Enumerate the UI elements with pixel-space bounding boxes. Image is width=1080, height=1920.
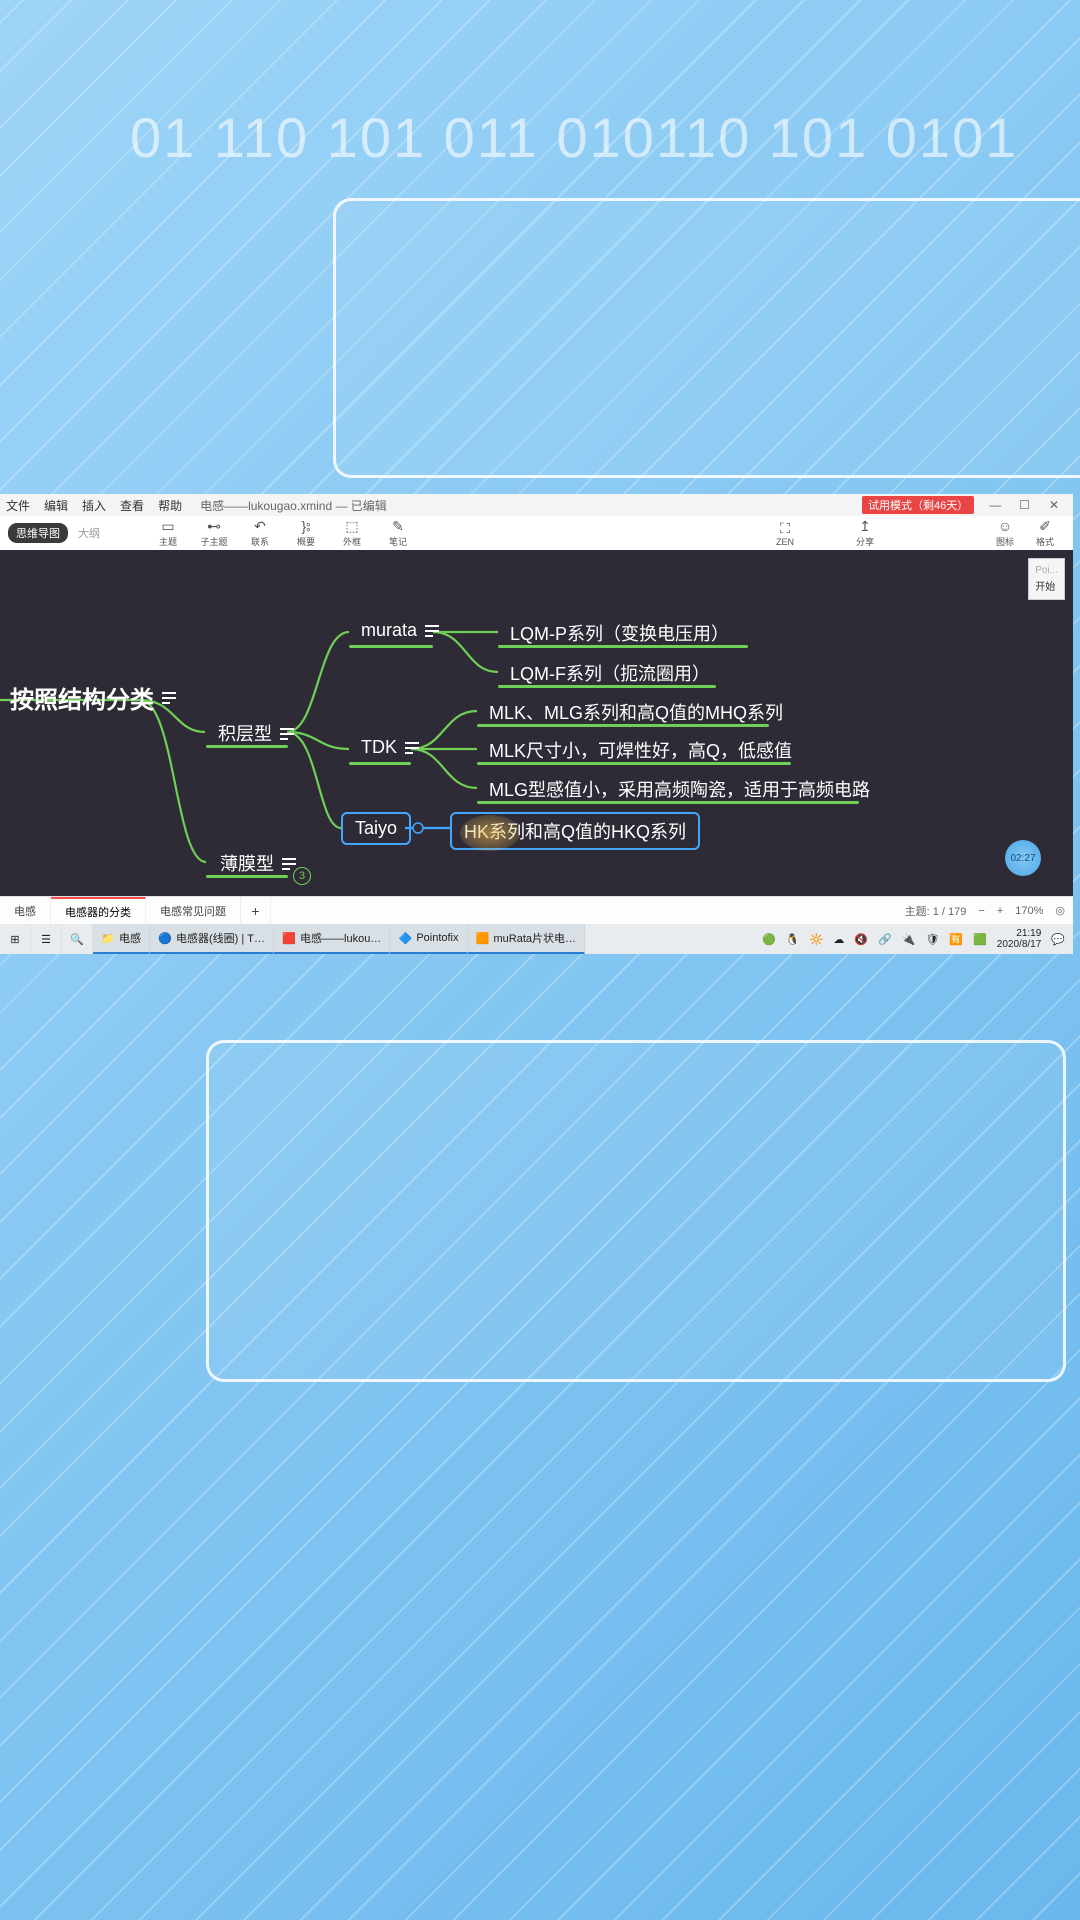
wallpaper-frame-bottom [206, 1040, 1066, 1382]
start-button[interactable]: ⊞ [0, 924, 31, 954]
menu-edit[interactable]: 编辑 [44, 497, 68, 514]
focus-icon[interactable]: ◎ [1055, 904, 1065, 917]
node-hk-selected[interactable]: HK系列和高Q值的HKQ系列 [450, 812, 700, 850]
toolbar-zen[interactable]: ⛶ZEN [765, 520, 805, 547]
window-controls: — ☐ ✕ [982, 498, 1067, 512]
node-taiyo-selected[interactable]: Taiyo [341, 812, 411, 845]
topic-icon: ▭ [161, 518, 174, 534]
view-tab-outline[interactable]: 大纲 [70, 523, 108, 543]
taskbar-item-1[interactable]: 🔵电感器(线圈) | T… [150, 924, 274, 954]
node-bomo[interactable]: 薄膜型 [210, 848, 306, 878]
wallpaper-digits: 01 110 101 011 010110 101 0101 [130, 105, 1080, 170]
xmind-window: 文件 编辑 插入 查看 帮助 电感——lukougao.xmind — 已编辑 … [0, 494, 1073, 954]
notes-icon[interactable] [405, 742, 419, 753]
node-root[interactable]: 按照结构分类 [0, 678, 186, 717]
share-icon: ↥ [859, 518, 871, 534]
close-button[interactable]: ✕ [1041, 498, 1067, 512]
tray-icon[interactable]: 🟩 [973, 933, 987, 946]
tray-icon[interactable]: 🔌 [902, 933, 916, 946]
tray-icon[interactable]: 🐧 [786, 933, 800, 946]
note-icon: ✎ [392, 518, 404, 534]
summary-icon: }⦂ [302, 518, 311, 534]
status-topics: 主题: 1 / 179 [905, 903, 967, 919]
windows-taskbar: ⊞ ☰ 🔍 📁电感 🔵电感器(线圈) | T… 🟥电感——lukou… 🔷Poi… [0, 924, 1073, 954]
node-lqmp[interactable]: LQM-P系列（变换电压用） [500, 618, 739, 648]
image-icon: ☺ [998, 518, 1012, 534]
toolbar-topic[interactable]: ▭主题 [148, 518, 188, 548]
node-jiceng[interactable]: 积层型 [208, 718, 304, 748]
toolbar-style[interactable]: ✐格式 [1025, 518, 1065, 548]
notes-icon[interactable] [162, 692, 176, 703]
zoom-out[interactable]: − [978, 905, 984, 917]
toolbar: 思维导图 大纲 ▭主题 ⊷子主题 ↶联系 }⦂概要 ⬚外框 ✎笔记 ⛶ZEN ↥… [0, 516, 1073, 550]
toolbar-image[interactable]: ☺图标 [985, 518, 1025, 548]
tray-icon[interactable]: 🈶 [949, 933, 963, 946]
trial-badge[interactable]: 试用模式（剩46天） [862, 496, 974, 514]
bottom-bar: 电感 电感器的分类 电感常见问题 + 主题: 1 / 179 − + 170% … [0, 896, 1073, 924]
tray-icon: 🔗 [878, 933, 892, 946]
relation-icon: ↶ [254, 518, 266, 534]
subtopic-icon: ⊷ [207, 518, 221, 534]
node-mlk1[interactable]: MLK、MLG系列和高Q值的MHQ系列 [479, 697, 793, 727]
sheet-tab-classify[interactable]: 电感器的分类 [51, 897, 146, 924]
mindmap-canvas[interactable]: 按照结构分类 积层型 薄膜型 3 murata TDK Taiyo LQM-P系… [0, 550, 1073, 896]
node-mlk2[interactable]: MLK尺寸小，可焊性好，高Q，低感值 [479, 735, 802, 765]
menu-insert[interactable]: 插入 [82, 497, 106, 514]
notes-icon[interactable] [280, 728, 294, 739]
minimize-button[interactable]: — [982, 498, 1008, 512]
maximize-button[interactable]: ☐ [1012, 498, 1038, 512]
menu-help[interactable]: 帮助 [158, 497, 182, 514]
sheet-tab-faq[interactable]: 电感常见问题 [146, 897, 241, 924]
tray-icon[interactable]: ☁ [833, 933, 844, 946]
notes-icon[interactable] [425, 625, 439, 636]
node-mlg[interactable]: MLG型感值小，采用高频陶瓷，适用于高频电路 [479, 774, 880, 804]
toolbar-summary[interactable]: }⦂概要 [286, 518, 326, 548]
tray-icon[interactable]: 🛡 [925, 933, 939, 946]
toolbar-note[interactable]: ✎笔记 [378, 518, 418, 548]
node-lqmf[interactable]: LQM-F系列（扼流圈用） [500, 658, 720, 688]
style-icon: ✐ [1039, 518, 1051, 534]
taskbar-item-3[interactable]: 🔷Pointofix [390, 924, 467, 954]
menu-view[interactable]: 查看 [120, 497, 144, 514]
menu-bar: 文件 编辑 插入 查看 帮助 电感——lukougao.xmind — 已编辑 … [0, 494, 1073, 516]
tray-icon[interactable]: 🔆 [810, 933, 824, 946]
toolbar-share[interactable]: ↥分享 [845, 518, 885, 548]
view-tab-mindmap[interactable]: 思维导图 [8, 523, 68, 543]
boundary-icon: ⬚ [345, 518, 358, 534]
zoom-in[interactable]: + [997, 905, 1003, 917]
tray-icon[interactable]: 🔇 [854, 933, 868, 946]
taskbar-folder[interactable]: 📁电感 [93, 924, 150, 954]
taskbar-item-4[interactable]: 🟧muRata片状电… [468, 924, 586, 954]
zoom-level: 170% [1015, 905, 1043, 917]
taskbar-clock[interactable]: 21:19 2020/8/17 [997, 928, 1042, 950]
wallpaper-frame-top [333, 198, 1080, 478]
toolbar-relation[interactable]: ↶联系 [240, 518, 280, 548]
collapsed-count[interactable]: 3 [293, 867, 311, 885]
search-button[interactable]: 🔍 [62, 924, 93, 954]
add-sheet-button[interactable]: + [241, 897, 271, 924]
notifications-icon[interactable]: 💬 [1051, 933, 1065, 946]
file-title: 电感——lukougao.xmind — 已编辑 [200, 497, 387, 514]
node-tdk[interactable]: TDK [351, 735, 429, 760]
zen-icon: ⛶ [780, 520, 790, 536]
pointofix-panel[interactable]: Poi... 开始 [1028, 558, 1065, 600]
taskbar-item-2[interactable]: 🟥电感——lukou… [274, 924, 390, 954]
toolbar-subtopic[interactable]: ⊷子主题 [194, 518, 234, 548]
sheet-tab-diangan[interactable]: 电感 [0, 897, 51, 924]
play-timer[interactable]: 02:27 [1005, 840, 1041, 876]
tray-icon[interactable]: 🟢 [762, 933, 776, 946]
toolbar-boundary[interactable]: ⬚外框 [332, 518, 372, 548]
node-murata[interactable]: murata [351, 618, 449, 643]
notes-icon[interactable] [282, 858, 296, 869]
taskview-button[interactable]: ☰ [31, 924, 62, 954]
menu-file[interactable]: 文件 [6, 497, 30, 514]
